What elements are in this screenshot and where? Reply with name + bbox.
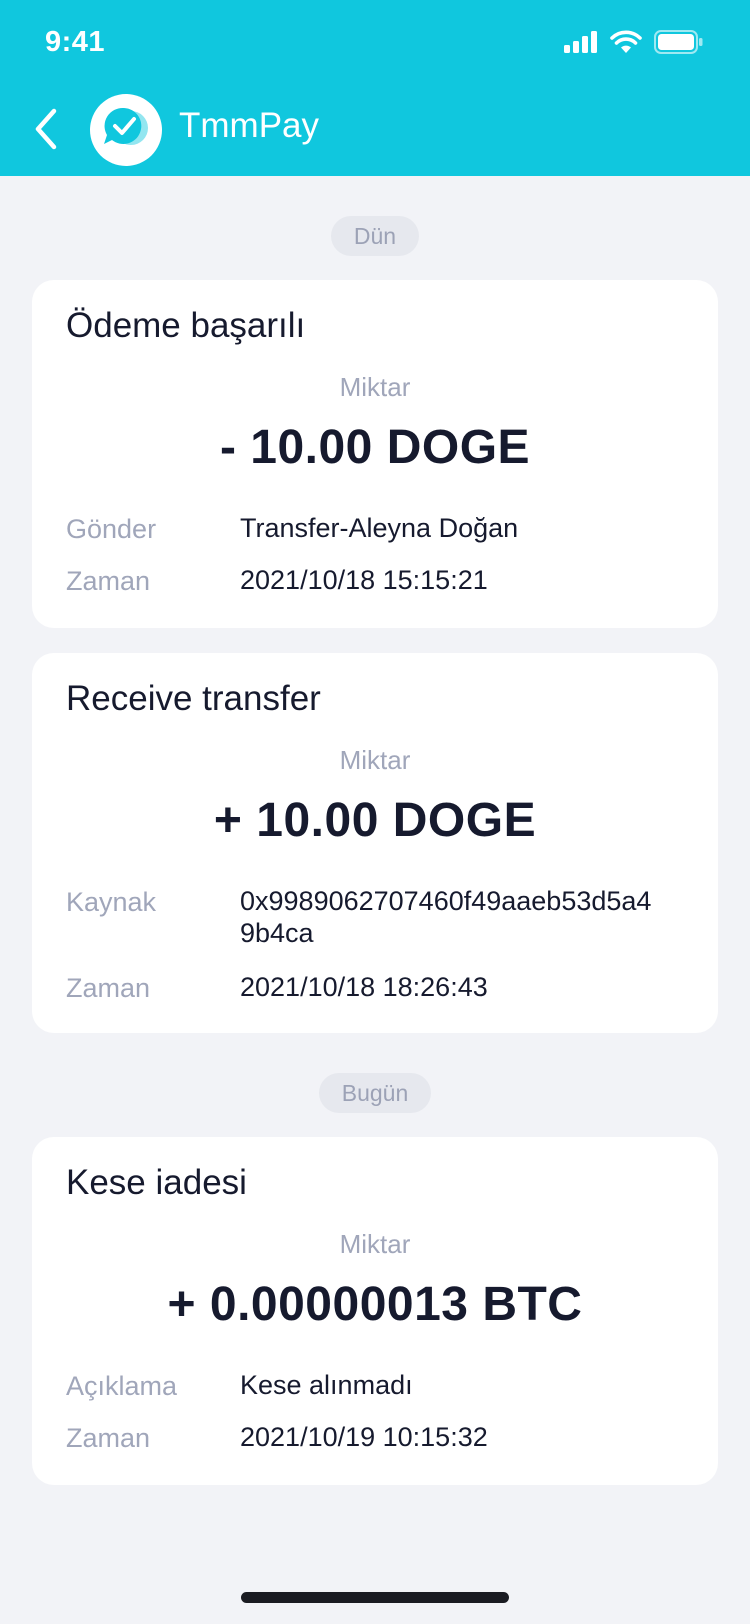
detail-value: Transfer-Aleyna Doğan xyxy=(240,513,519,543)
home-indicator[interactable] xyxy=(241,1592,509,1603)
transaction-title: Ödeme başarılı xyxy=(66,306,306,345)
detail-label: Gönder xyxy=(66,514,157,544)
date-separator: Bugün xyxy=(319,1073,431,1113)
chevron-left-icon xyxy=(32,107,60,156)
date-separator: Dün xyxy=(331,216,419,256)
detail-label: Zaman xyxy=(66,566,151,596)
transaction-title: Receive transfer xyxy=(66,679,321,718)
transaction-card[interactable]: Ödeme başarılı Miktar - 10.00 DOGE Gönde… xyxy=(32,280,718,628)
page-title: TmmPay xyxy=(179,106,319,145)
status-icons xyxy=(564,30,704,59)
chat-check-icon xyxy=(98,102,154,159)
cellular-signal-icon xyxy=(564,31,598,58)
amount-label: Miktar xyxy=(339,372,411,402)
amount-label: Miktar xyxy=(339,1229,411,1259)
transaction-card[interactable]: Kese iadesi Miktar + 0.00000013 BTC Açık… xyxy=(32,1137,718,1485)
amount-label: Miktar xyxy=(339,745,411,775)
detail-label: Kaynak xyxy=(66,887,157,917)
detail-value: 2021/10/18 18:26:43 xyxy=(240,972,488,1002)
amount-value: + 10.00 DOGE xyxy=(213,794,537,847)
detail-value: 0x9989062707460f49aaeb53d5a49b4ca xyxy=(240,886,652,948)
battery-icon xyxy=(654,30,704,59)
status-time: 9:41 xyxy=(45,26,106,58)
wifi-icon xyxy=(610,30,642,59)
avatar xyxy=(90,94,162,166)
detail-label: Zaman xyxy=(66,973,151,1003)
detail-label: Zaman xyxy=(66,1423,151,1453)
detail-value: Kese alınmadı xyxy=(240,1370,413,1400)
amount-value: - 10.00 DOGE xyxy=(219,421,531,474)
detail-value: 2021/10/18 15:15:21 xyxy=(240,565,488,595)
detail-value: 2021/10/19 10:15:32 xyxy=(240,1422,488,1452)
transaction-card[interactable]: Receive transfer Miktar + 10.00 DOGE Kay… xyxy=(32,653,718,1033)
transaction-title: Kese iadesi xyxy=(66,1163,247,1202)
back-button[interactable] xyxy=(26,103,66,159)
app-header: 9:41 TmmPay xyxy=(0,0,750,176)
amount-value: + 0.00000013 BTC xyxy=(167,1278,583,1331)
detail-label: Açıklama xyxy=(66,1371,178,1401)
